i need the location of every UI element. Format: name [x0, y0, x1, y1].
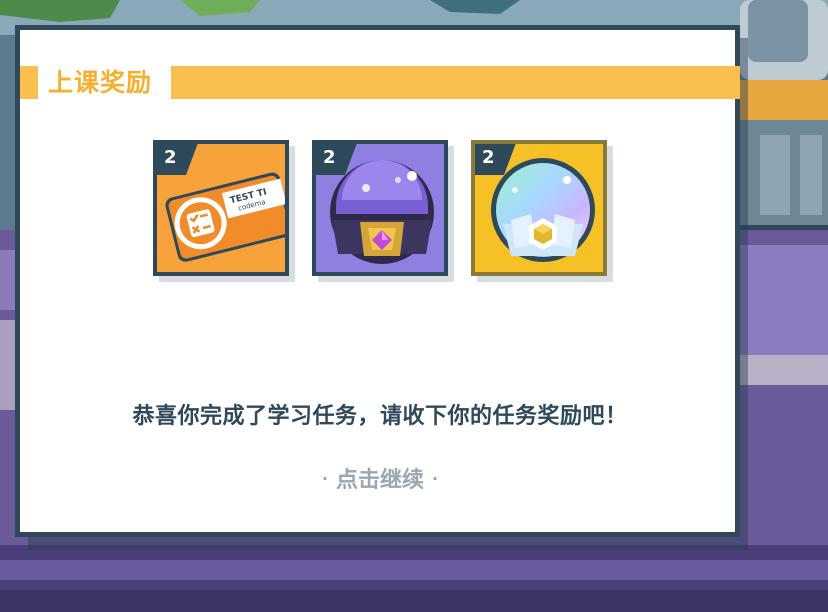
reward-count: 2: [482, 147, 495, 168]
reward-item-rainbow-gem: 2: [471, 140, 613, 282]
reward-count: 2: [164, 147, 177, 168]
dot-right: ·: [432, 469, 439, 488]
congrats-message: 恭喜你完成了学习任务，请收下你的任务奖励吧！: [132, 404, 628, 429]
count-badge-bg: [157, 144, 198, 175]
count-badge-bg: [475, 144, 516, 175]
continue-button[interactable]: · 点击继续 ·: [20, 462, 740, 494]
reward-tile: 2: [312, 140, 448, 276]
header-accent-notch: [20, 66, 38, 99]
reward-count: 2: [323, 147, 336, 168]
reward-item-ticket: TEST TI codema 2: [153, 140, 295, 282]
continue-label: 点击继续: [335, 468, 424, 493]
reward-tile: 2: [471, 140, 607, 276]
game-scene: 上课奖励 TEST TI codema 2 2 2 恭喜你完成了学习任务，请收下…: [0, 0, 828, 612]
reward-item-purple-gem: 2: [312, 140, 454, 282]
modal-header: 上课奖励: [20, 66, 740, 99]
reward-tile: TEST TI codema 2: [153, 140, 289, 276]
reward-modal[interactable]: 上课奖励 TEST TI codema 2 2 2 恭喜你完成了学习任务，请收下…: [15, 25, 740, 537]
header-accent-bar: [171, 66, 740, 99]
dot-left: ·: [321, 469, 328, 488]
count-badge-bg: [316, 144, 357, 175]
modal-title: 上课奖励: [48, 68, 153, 97]
